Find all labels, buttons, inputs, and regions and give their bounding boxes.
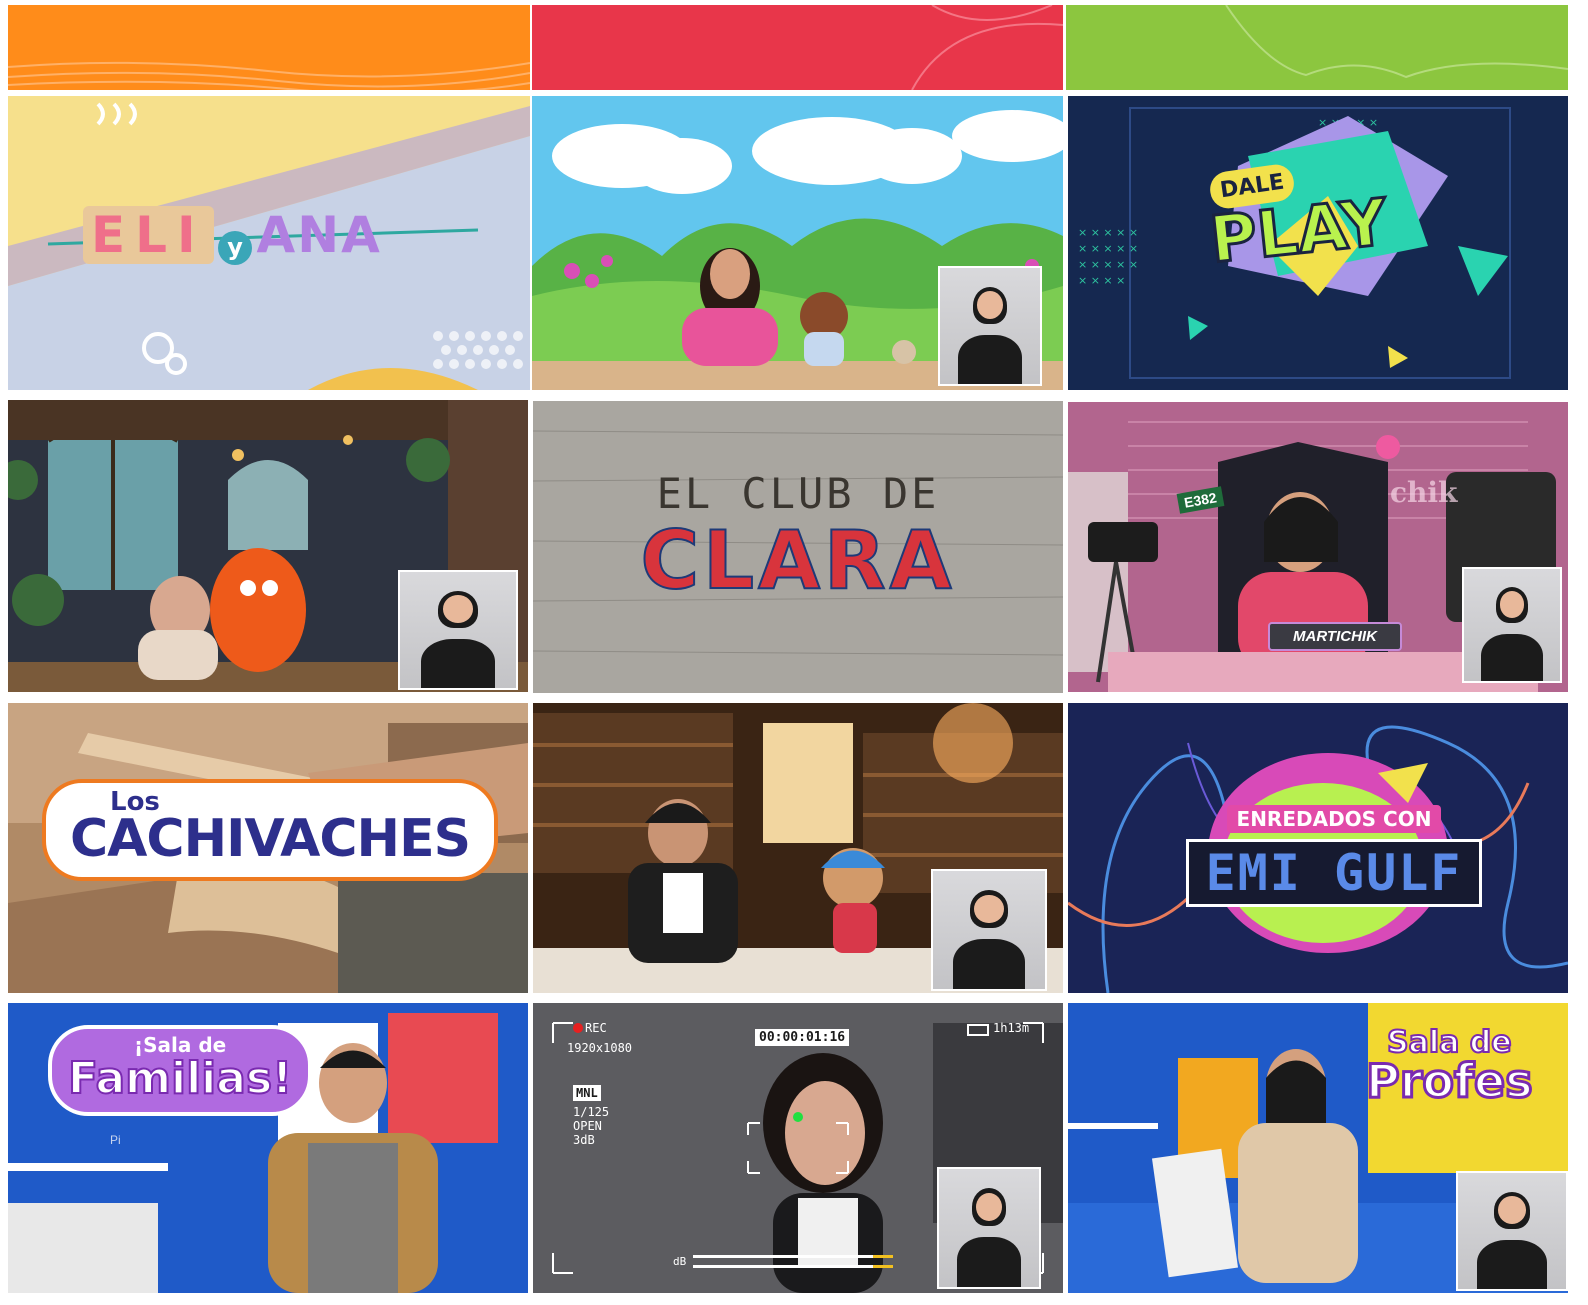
sign-language-interpreter: [931, 869, 1047, 991]
hud-iris: OPEN: [573, 1119, 602, 1133]
header-band-orange: [8, 5, 530, 90]
thumbnail-puppet-show[interactable]: [532, 96, 1063, 390]
svg-text:× × × × ×: × × × × ×: [1078, 242, 1138, 255]
sign-language-interpreter: [937, 1167, 1041, 1289]
sign-language-interpreter: [938, 266, 1042, 386]
logo-enredados-con-emi-gulf: ENREDADOS CON EMI GULF: [1186, 805, 1482, 907]
svg-text:× × × × ×: × × × × ×: [1078, 226, 1138, 239]
logo-eli-y-ana: ELI y ANA: [83, 206, 382, 265]
thumbnail-sala-de-familias[interactable]: ¡Sala de Familias! Pi: [8, 1003, 528, 1293]
thumbnail-sala-de-profes[interactable]: Sala de Profes: [1068, 1003, 1568, 1293]
sign-language-interpreter: [1456, 1171, 1568, 1291]
header-band-green: [1066, 5, 1568, 90]
logo-word-cachivaches: CACHIVACHES: [70, 809, 471, 869]
thumbnail-martichik[interactable]: E382 chik MARTICHIK: [1068, 402, 1568, 692]
logo-word-y: y: [218, 230, 253, 265]
background-text-pi: Pi: [110, 1133, 121, 1147]
logo-el-club-de-clara: EL CLUB DE CLARA: [533, 469, 1063, 608]
thumbnail-camera-viewfinder[interactable]: REC 1920x1080 00:00:01:16 1h13m MNL 1/12…: [533, 1003, 1063, 1293]
logo-word-ana: ANA: [256, 206, 382, 264]
hud-gain: 3dB: [573, 1133, 595, 1147]
hud-shutter: 1/125: [573, 1105, 610, 1119]
neon-sign-chik: chik: [1390, 476, 1458, 509]
hud-audio-meter-label: dB: [673, 1255, 687, 1268]
sign-language-interpreter: [398, 570, 518, 690]
thumbnail-eli-y-ana[interactable]: ELI y ANA: [8, 96, 530, 390]
thumbnail-library-puppet[interactable]: [533, 703, 1063, 993]
svg-text:× × × × ×: × × × × ×: [1078, 258, 1138, 271]
logo-sala-de-profes: Sala de Profes: [1365, 1024, 1535, 1110]
thumbnail-los-cachivaches[interactable]: Los CACHIVACHES: [8, 703, 528, 993]
thumbnail-el-club-de-clara[interactable]: EL CLUB DE CLARA: [533, 401, 1063, 693]
svg-text:× × × ×: × × × ×: [1078, 274, 1125, 287]
hud-mode-badge: MNL: [573, 1085, 601, 1101]
logo-word-familias: Familias!: [67, 1052, 293, 1105]
logo-los-cachivaches: Los CACHIVACHES: [42, 779, 499, 881]
logo-line-enredados-con: ENREDADOS CON: [1226, 805, 1442, 833]
thumbnail-dale-play[interactable]: × × × × ×× × × × ×× × × × × × × × ×× × ×…: [1068, 96, 1568, 390]
hud-timecode: 00:00:01:16: [755, 1029, 850, 1046]
logo-word-profes: Profes: [1365, 1053, 1535, 1110]
logo-line-el-club-de: EL CLUB DE: [656, 469, 940, 518]
thumbnail-fantasy-cottage[interactable]: [8, 400, 528, 692]
sign-language-interpreter: [1462, 567, 1562, 683]
hud-rec-label: REC: [585, 1021, 607, 1035]
logo-word-eli: ELI: [83, 206, 214, 264]
nameplate-martichik: MARTICHIK: [1268, 622, 1402, 651]
logo-word-clara: CLARA: [639, 513, 956, 608]
header-band-red: [532, 5, 1063, 90]
hud-battery-time: 1h13m: [993, 1021, 1030, 1035]
logo-dale-play: DALE PLAY: [1205, 162, 1392, 280]
hud-resolution: 1920x1080: [567, 1041, 633, 1055]
logo-line-emi-gulf: EMI GULF: [1186, 839, 1482, 907]
thumbnail-enredados-con-emi-gulf[interactable]: ENREDADOS CON EMI GULF: [1068, 703, 1568, 993]
logo-sala-de-familias: ¡Sala de Familias!: [48, 1025, 313, 1116]
